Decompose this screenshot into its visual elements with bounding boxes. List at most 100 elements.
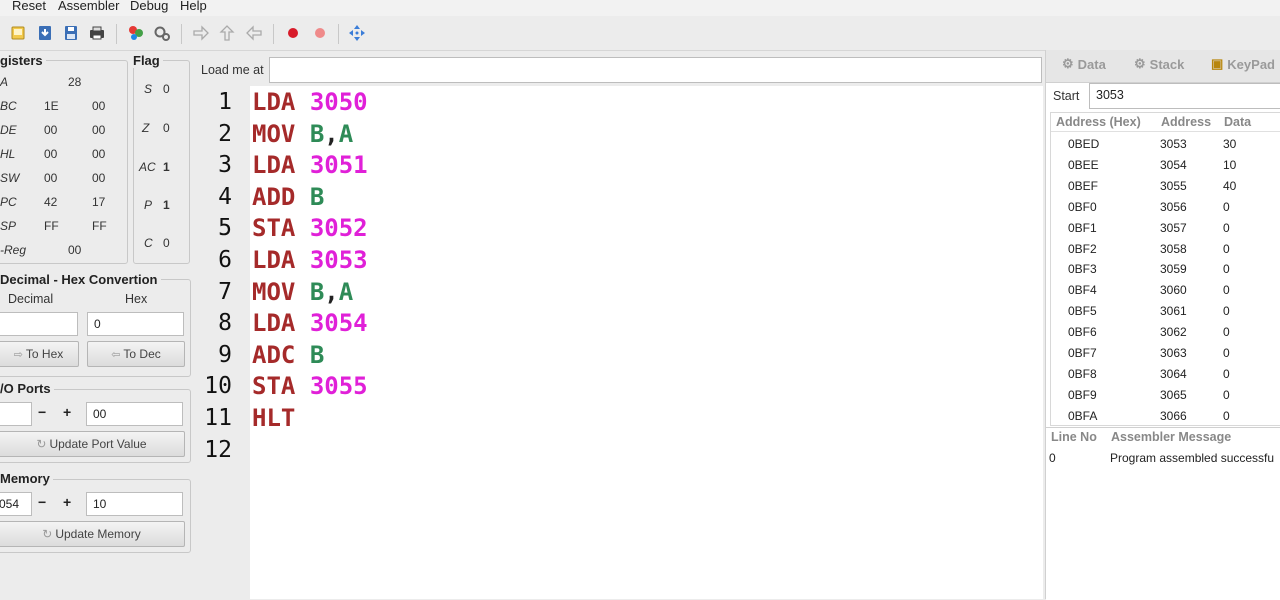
cell-address[interactable]: 3054 — [1160, 158, 1187, 172]
cell-address[interactable]: 3055 — [1160, 179, 1187, 193]
cell-address-hex[interactable]: 0BF6 — [1068, 325, 1097, 339]
cell-address[interactable]: 3060 — [1160, 283, 1187, 297]
port-value-input[interactable]: 00 — [86, 402, 183, 426]
menu-reset[interactable]: Reset — [12, 0, 46, 13]
cell-data[interactable]: 40 — [1223, 179, 1236, 193]
cell-address[interactable]: 3062 — [1160, 325, 1187, 339]
breakpoint-icon[interactable] — [284, 24, 302, 42]
hex-input[interactable]: 0 — [87, 312, 184, 336]
print-icon[interactable] — [88, 24, 106, 42]
register-ireg-value: 00 — [68, 243, 82, 257]
cell-address-hex[interactable]: 0BF4 — [1068, 283, 1097, 297]
line-number: 3 — [218, 152, 232, 179]
cell-data[interactable]: 0 — [1223, 283, 1230, 297]
memory-increment-button[interactable]: + — [63, 494, 71, 510]
move-arrows-icon[interactable] — [348, 24, 366, 42]
step-up-icon[interactable] — [218, 24, 236, 42]
cell-address[interactable]: 3058 — [1160, 242, 1187, 256]
settings-gears-icon[interactable] — [153, 24, 171, 42]
cell-address[interactable]: 3061 — [1160, 304, 1187, 318]
cell-address-hex[interactable]: 0BF1 — [1068, 221, 1097, 235]
column-header-address[interactable]: Address — [1161, 115, 1211, 129]
new-file-icon[interactable] — [9, 24, 27, 42]
port-decrement-button[interactable]: − — [38, 404, 46, 420]
column-header-address-hex[interactable]: Address (Hex) — [1056, 115, 1141, 129]
cell-address-hex[interactable]: 0BF0 — [1068, 200, 1097, 214]
cell-address-hex[interactable]: 0BF8 — [1068, 367, 1097, 381]
menu-debug[interactable]: Debug — [130, 0, 168, 13]
port-address-input[interactable] — [0, 402, 32, 426]
decimal-input[interactable] — [0, 312, 78, 336]
line-number: 4 — [218, 183, 232, 210]
operand: 3052 — [309, 214, 368, 243]
cell-address-hex[interactable]: 0BED — [1068, 137, 1099, 151]
cell-address-hex[interactable]: 0BEF — [1068, 179, 1098, 193]
cell-data[interactable]: 0 — [1223, 262, 1230, 276]
step-forward-icon[interactable] — [192, 24, 210, 42]
operand: B — [309, 182, 325, 211]
flag-s-value: 0 — [163, 82, 170, 96]
code-line: HLT — [252, 404, 295, 432]
cell-address[interactable]: 3057 — [1160, 221, 1187, 235]
tab-data[interactable]: ⚙ Data — [1062, 56, 1106, 72]
cell-data[interactable]: 0 — [1223, 221, 1230, 235]
cell-data[interactable]: 0 — [1223, 409, 1230, 423]
to-dec-button[interactable]: ⇦ To Dec — [87, 341, 185, 367]
registers-panel — [0, 60, 128, 264]
start-address-input[interactable]: 3053 — [1089, 83, 1280, 109]
cell-data[interactable]: 0 — [1223, 304, 1230, 318]
cell-data[interactable]: 10 — [1223, 158, 1236, 172]
column-header-data[interactable]: Data — [1224, 115, 1251, 129]
update-port-button[interactable]: ↻ Update Port Value — [0, 431, 185, 457]
operand: 3050 — [309, 88, 368, 116]
cell-data[interactable]: 0 — [1223, 367, 1230, 381]
memory-address-input[interactable]: 054 — [0, 492, 32, 516]
cell-address[interactable]: 3056 — [1160, 200, 1187, 214]
cell-address-hex[interactable]: 0BF2 — [1068, 242, 1097, 256]
cell-data[interactable]: 0 — [1223, 200, 1230, 214]
cell-address[interactable]: 3053 — [1160, 137, 1187, 151]
tab-stack[interactable]: ⚙ Stack — [1134, 56, 1184, 72]
to-hex-button[interactable]: ⇨ To Hex — [0, 341, 79, 367]
opcode: ADC — [252, 340, 296, 369]
line-number: 11 — [204, 405, 232, 431]
cell-address-hex[interactable]: 0BFA — [1068, 409, 1097, 423]
cell-data[interactable]: 0 — [1223, 325, 1230, 339]
cell-data[interactable]: 0 — [1223, 242, 1230, 256]
step-back-icon[interactable] — [245, 24, 263, 42]
assemble-icon[interactable] — [127, 24, 145, 42]
cell-data[interactable]: 0 — [1223, 346, 1230, 360]
register-psw-hi-value: 00 — [44, 171, 58, 185]
register-d-value: 00 — [44, 123, 58, 137]
cell-address[interactable]: 3059 — [1160, 262, 1187, 276]
open-file-icon[interactable] — [36, 24, 54, 42]
cell-data[interactable]: 30 — [1223, 137, 1236, 151]
update-memory-button[interactable]: ↻ Update Memory — [0, 521, 185, 547]
cell-address-hex[interactable]: 0BEE — [1068, 158, 1099, 172]
cell-address[interactable]: 3066 — [1160, 409, 1187, 423]
cell-address-hex[interactable]: 0BF5 — [1068, 304, 1097, 318]
tab-keypad[interactable]: ▣ KeyPad — [1211, 56, 1275, 72]
cell-address[interactable]: 3063 — [1160, 346, 1187, 360]
cell-address-hex[interactable]: 0BF3 — [1068, 262, 1097, 276]
cell-address-hex[interactable]: 0BF7 — [1068, 346, 1097, 360]
register-hl-name: HL — [0, 147, 16, 161]
flag-ac-name: AC — [139, 160, 156, 174]
memory-value-input[interactable]: 10 — [86, 492, 183, 516]
load-address-input[interactable] — [269, 57, 1042, 83]
line-number: 5 — [218, 215, 232, 242]
register-l-value: 00 — [92, 147, 106, 161]
cell-address[interactable]: 3064 — [1160, 367, 1187, 381]
memory-decrement-button[interactable]: − — [38, 494, 46, 510]
clear-breakpoint-icon[interactable] — [311, 24, 329, 42]
save-icon[interactable] — [62, 24, 80, 42]
line-number: 12 — [204, 436, 232, 463]
menu-assembler[interactable]: Assembler — [58, 0, 119, 13]
memory-title: Memory — [0, 471, 53, 486]
menu-help[interactable]: Help — [180, 0, 207, 13]
port-increment-button[interactable]: + — [63, 404, 71, 420]
line-number: 2 — [218, 120, 232, 147]
cell-address-hex[interactable]: 0BF9 — [1068, 388, 1097, 402]
cell-address[interactable]: 3065 — [1160, 388, 1187, 402]
cell-data[interactable]: 0 — [1223, 388, 1230, 402]
